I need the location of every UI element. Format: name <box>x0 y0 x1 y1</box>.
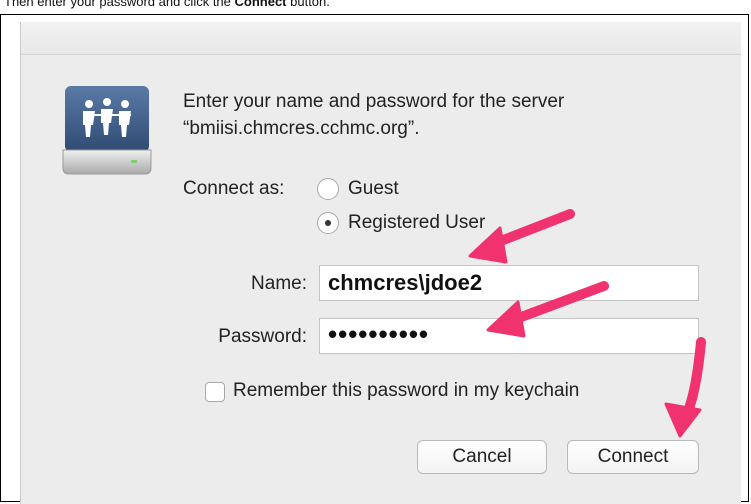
connect-as-label: Connect as: <box>183 178 285 199</box>
cancel-button[interactable]: Cancel <box>417 440 547 474</box>
remember-label[interactable]: Remember this password in my keychain <box>233 380 579 402</box>
radio-registered-user-label[interactable]: Registered User <box>348 212 485 234</box>
caption-emphasis: Connect <box>234 0 287 9</box>
connect-button[interactable]: Connect <box>567 440 699 474</box>
radio-guest[interactable] <box>317 178 339 200</box>
dialog-titlebar <box>21 22 741 55</box>
radio-guest-label[interactable]: Guest <box>348 178 399 200</box>
name-label: Name: <box>251 273 307 294</box>
instruction-caption: Then enter your password and click the C… <box>4 0 330 9</box>
password-field[interactable]: •••••••••• <box>319 318 699 354</box>
dialog-prompt: Enter your name and password for the ser… <box>183 88 723 142</box>
prompt-line-2: “bmiisi.chmcres.cchmc.org”. <box>183 118 420 139</box>
caption-suffix: button. <box>286 0 330 9</box>
remember-checkbox[interactable] <box>205 382 225 402</box>
connect-dialog: Enter your name and password for the ser… <box>20 22 741 504</box>
name-value: chmcres\jdoe2 <box>328 270 483 295</box>
password-label: Password: <box>218 326 307 347</box>
name-field[interactable]: chmcres\jdoe2 <box>319 265 699 301</box>
shared-server-icon <box>62 86 152 175</box>
password-value: •••••••••• <box>328 319 430 349</box>
caption-text: Then enter your password and click the <box>4 0 235 9</box>
radio-registered-user[interactable] <box>317 212 339 234</box>
prompt-line-1: Enter your name and password for the ser… <box>183 91 565 112</box>
